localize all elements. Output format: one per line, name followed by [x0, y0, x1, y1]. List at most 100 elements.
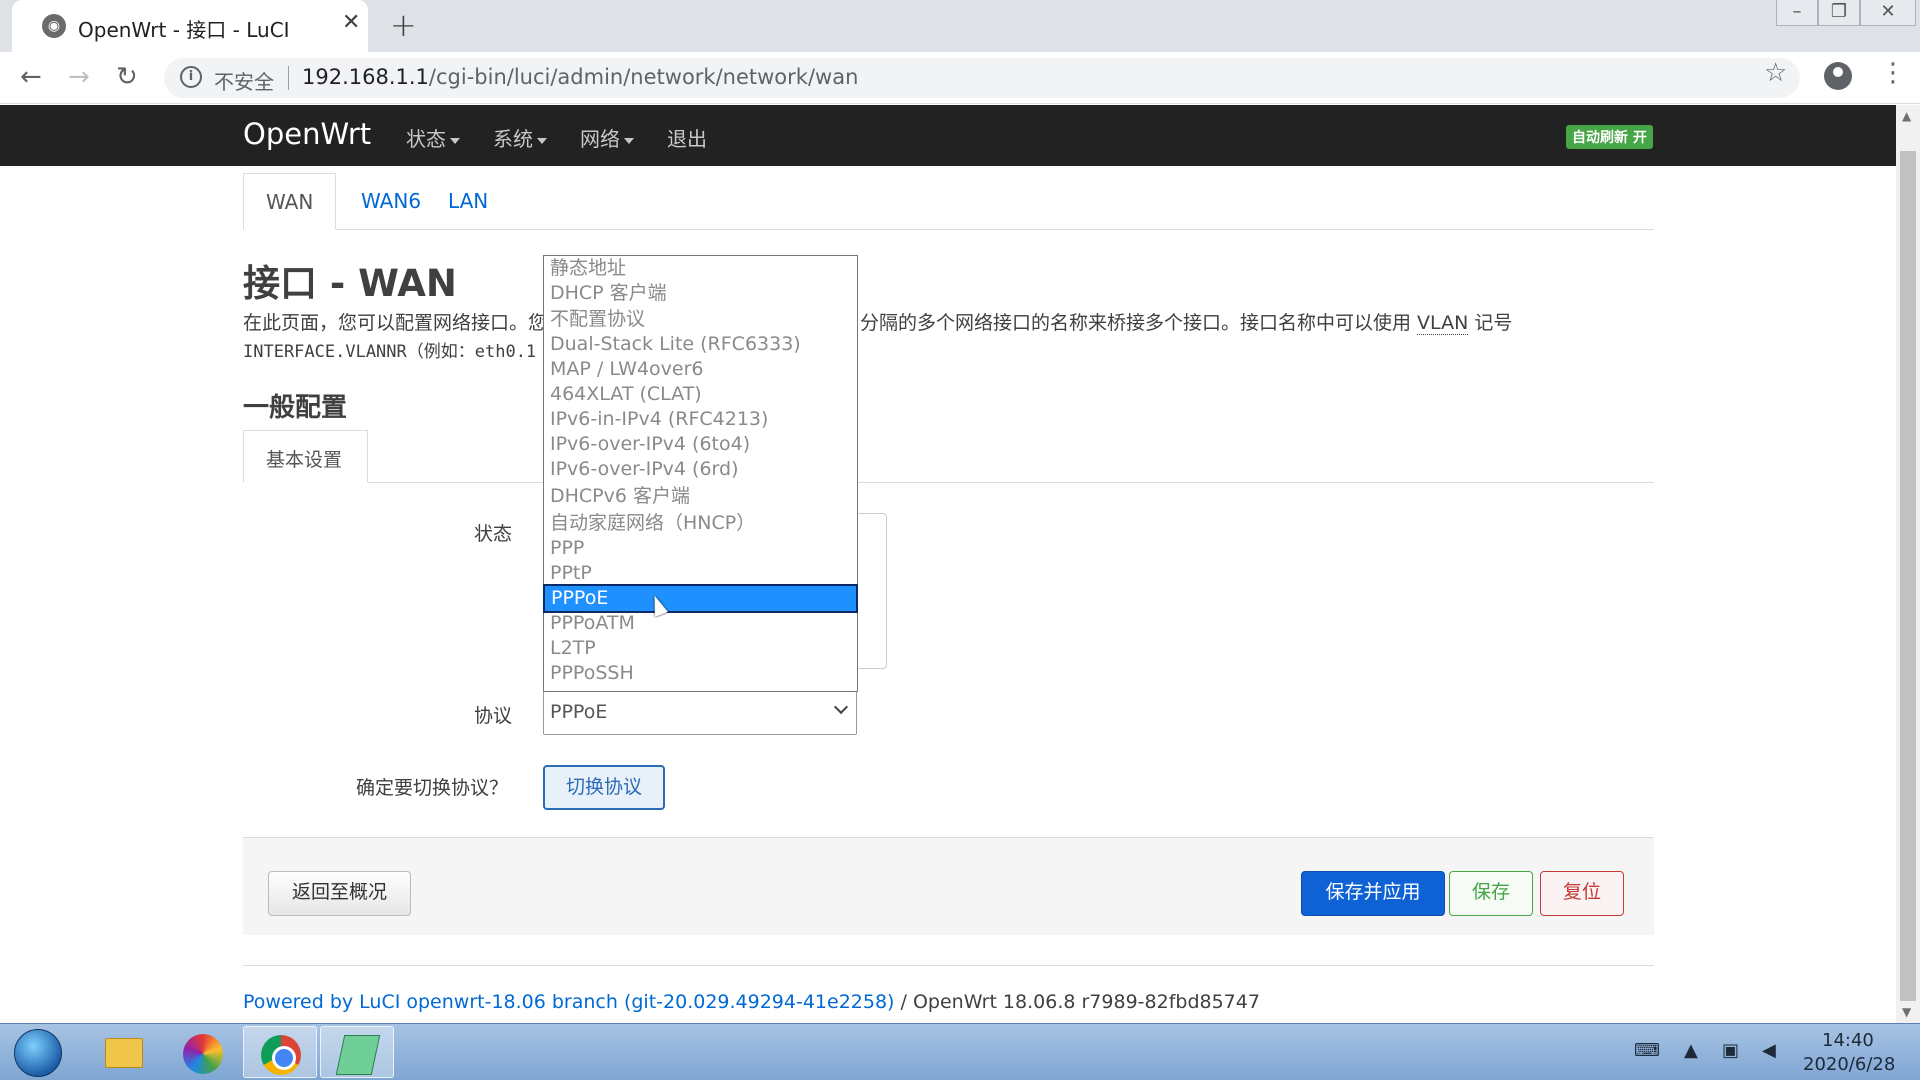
page-description-example: INTERFACE.VLANNR（例如：eth0.1 — [243, 337, 536, 362]
browser-tab[interactable]: ◉ OpenWrt - 接口 - LuCI ✕ — [12, 0, 368, 52]
nav-network[interactable]: 网络 — [580, 123, 634, 152]
protocol-option[interactable]: Dual-Stack Lite (RFC6333) — [544, 332, 857, 357]
url-host: 192.168.1.1 — [302, 65, 429, 89]
notepad-icon — [336, 1035, 381, 1075]
protocol-option[interactable]: IPv6-in-IPv4 (RFC4213) — [544, 407, 857, 432]
chrome-icon — [261, 1035, 301, 1075]
back-arrow-icon[interactable]: ← — [20, 62, 42, 92]
nav-system-label: 系统 — [493, 127, 533, 151]
reset-button[interactable]: 复位 — [1540, 871, 1624, 916]
reload-icon[interactable]: ↻ — [116, 62, 138, 92]
vlan-abbr: VLAN — [1417, 312, 1468, 335]
clock-date[interactable]: 2020/6/28 — [1803, 1054, 1895, 1075]
nav-logout[interactable]: 退出 — [667, 123, 707, 152]
form-actions: 返回至概况 保存并应用 保存 复位 — [243, 837, 1654, 935]
caret-down-icon — [450, 138, 460, 144]
new-tab-button[interactable]: + — [390, 6, 417, 44]
nav-status-label: 状态 — [406, 127, 446, 151]
protocol-option[interactable]: IPv6-over-IPv4 (6to4) — [544, 432, 857, 457]
windows-taskbar: ⌨ ▲ ▣ ◀ 14:40 2020/6/28 — [0, 1023, 1920, 1080]
window-close-icon[interactable]: ✕ — [1860, 0, 1916, 26]
protocol-option[interactable]: PPPoATM — [544, 611, 857, 636]
page-viewport: OpenWrt 状态 系统 网络 退出 自动刷新 开 WAN WAN6 LAN … — [0, 105, 1896, 1023]
protocol-option-selected[interactable]: PPPoE — [545, 586, 856, 611]
url-path: /cgi-bin/luci/admin/network/network/wan — [429, 65, 858, 89]
network-icon[interactable]: ▣ — [1722, 1040, 1739, 1061]
tab-lan[interactable]: LAN — [426, 173, 510, 230]
protocol-option[interactable]: 不配置协议 — [544, 307, 857, 332]
close-tab-icon[interactable]: ✕ — [342, 10, 360, 35]
info-icon[interactable]: i — [180, 66, 202, 88]
tab-title: OpenWrt - 接口 - LuCI — [78, 14, 290, 43]
tab-wan[interactable]: WAN — [243, 173, 336, 230]
taskbar-chrome[interactable] — [243, 1026, 317, 1078]
taskbar-app[interactable] — [164, 1026, 238, 1078]
keyboard-icon[interactable]: ⌨ — [1634, 1040, 1660, 1061]
protocol-option[interactable]: 464XLAT (CLAT) — [544, 382, 857, 407]
scroll-down-icon[interactable]: ▼ — [1902, 1005, 1911, 1019]
restore-icon[interactable]: ❐ — [1818, 0, 1860, 26]
protocol-option[interactable]: 静态地址 — [544, 256, 857, 281]
footer-divider — [243, 965, 1654, 966]
scroll-up-icon[interactable]: ▲ — [1902, 109, 1911, 123]
section-title: 一般配置 — [243, 387, 347, 424]
config-subtabs: 基本设置 — [243, 430, 1654, 483]
back-to-overview-button[interactable]: 返回至概况 — [268, 871, 411, 916]
interface-tabs: WAN WAN6 LAN — [243, 173, 1654, 230]
protocol-option[interactable]: PPtP — [544, 561, 857, 586]
url-text[interactable]: 192.168.1.1/cgi-bin/luci/admin/network/n… — [302, 65, 858, 89]
bookmark-star-icon[interactable]: ☆ — [1764, 58, 1787, 88]
volume-icon[interactable]: ◀ — [1762, 1040, 1776, 1061]
page-scrollbar[interactable]: ▲ ▼ — [1896, 105, 1920, 1023]
luci-favicon-icon: ◉ — [42, 14, 66, 38]
nav-network-label: 网络 — [580, 127, 620, 151]
protocol-select[interactable]: PPPoE — [543, 691, 857, 735]
protocol-option[interactable]: DHCPv6 客户端 — [544, 484, 857, 509]
windows-start-icon[interactable] — [14, 1029, 62, 1077]
browser-tab-strip: ◉ OpenWrt - 接口 - LuCI ✕ + – ❐ ✕ — [0, 0, 1920, 52]
minimize-icon[interactable]: – — [1776, 0, 1818, 26]
nav-status[interactable]: 状态 — [406, 123, 460, 152]
taskbar-notepad[interactable] — [320, 1026, 394, 1078]
chevron-down-icon — [834, 700, 848, 714]
caret-down-icon — [537, 138, 547, 144]
protocol-label: 协议 — [474, 701, 512, 728]
autorefresh-badge[interactable]: 自动刷新 开 — [1566, 125, 1653, 149]
folder-icon — [105, 1038, 143, 1068]
pinwheel-app-icon — [183, 1034, 223, 1074]
page-description-left: 在此页面，您可以配置网络接口。您 — [243, 308, 547, 335]
protocol-selected-value: PPPoE — [550, 701, 607, 723]
security-label: 不安全 — [214, 66, 274, 95]
url-separator — [288, 66, 289, 90]
protocol-option[interactable]: IPv6-over-IPv4 (6rd) — [544, 457, 857, 482]
clock-time[interactable]: 14:40 — [1822, 1030, 1874, 1051]
page-description-right: 分隔的多个网络接口的名称来桥接多个接口。接口名称中可以使用 VLAN 记号 — [860, 308, 1512, 335]
openwrt-version: / OpenWrt 18.06.8 r7989-82fbd85747 — [894, 991, 1259, 1013]
account-icon[interactable] — [1824, 62, 1852, 90]
show-hidden-icons-icon[interactable]: ▲ — [1684, 1040, 1698, 1061]
taskbar-explorer[interactable] — [86, 1026, 160, 1078]
protocol-option[interactable]: L2TP — [544, 636, 857, 661]
luci-version-link[interactable]: Powered by LuCI openwrt-18.06 branch (gi… — [243, 991, 894, 1013]
caret-down-icon — [624, 138, 634, 144]
description-suffix: 记号 — [1468, 312, 1512, 334]
protocol-dropdown-list: 静态地址 DHCP 客户端 不配置协议 Dual-Stack Lite (RFC… — [543, 255, 858, 692]
address-bar[interactable]: i 不安全 192.168.1.1/cgi-bin/luci/admin/net… — [164, 58, 1800, 98]
protocol-option[interactable]: PPP — [544, 536, 857, 561]
footer: Powered by LuCI openwrt-18.06 branch (gi… — [243, 991, 1260, 1013]
browser-menu-icon[interactable]: ⋮ — [1880, 58, 1906, 88]
scrollbar-thumb[interactable] — [1900, 151, 1916, 1001]
switch-protocol-button[interactable]: 切换协议 — [543, 765, 665, 810]
luci-navbar: OpenWrt 状态 系统 网络 退出 自动刷新 开 — [0, 105, 1896, 166]
protocol-option[interactable]: MAP / LW4over6 — [544, 357, 857, 382]
nav-system[interactable]: 系统 — [493, 123, 547, 152]
forward-arrow-icon[interactable]: → — [68, 62, 90, 92]
save-button[interactable]: 保存 — [1449, 871, 1533, 916]
brand-logo[interactable]: OpenWrt — [243, 117, 371, 151]
protocol-option[interactable]: DHCP 客户端 — [544, 281, 857, 306]
save-apply-button[interactable]: 保存并应用 — [1301, 871, 1445, 916]
protocol-option[interactable]: 自动家庭网络（HNCP） — [544, 511, 857, 536]
browser-toolbar: ← → ↻ i 不安全 192.168.1.1/cgi-bin/luci/adm… — [0, 52, 1920, 104]
protocol-option[interactable]: PPPoSSH — [544, 661, 857, 686]
tab-basic-settings[interactable]: 基本设置 — [243, 430, 368, 483]
